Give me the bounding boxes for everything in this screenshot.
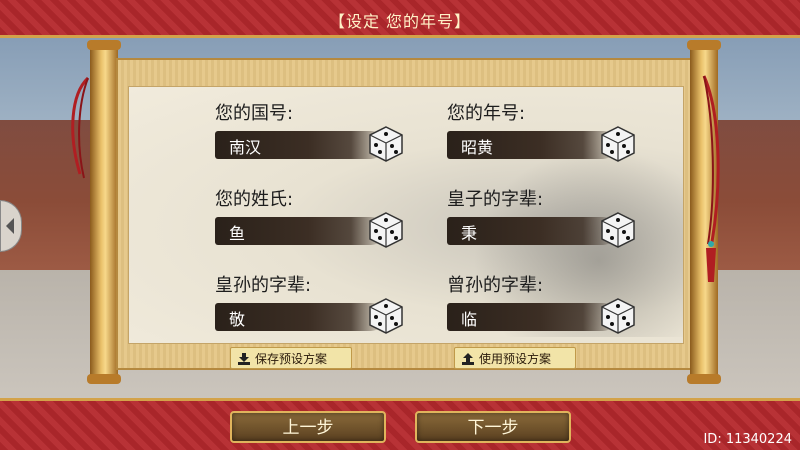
value-box[interactable]: 昭黄 bbox=[447, 126, 635, 162]
field-label: 皇子的字辈: bbox=[447, 189, 544, 210]
field-value: 鱼 bbox=[229, 224, 246, 243]
tassel-right-decoration bbox=[702, 75, 720, 282]
field-value: 南汉 bbox=[229, 138, 262, 157]
dice-icon[interactable] bbox=[367, 211, 405, 249]
field-label: 曾孙的字辈: bbox=[447, 275, 544, 296]
dice-icon[interactable] bbox=[367, 125, 405, 163]
field-grandson-generation: 皇孙的字辈: 敬 bbox=[215, 273, 415, 334]
field-prince-generation: 皇子的字辈: 秉 bbox=[447, 187, 647, 248]
dice-icon[interactable] bbox=[599, 211, 637, 249]
download-icon bbox=[238, 353, 250, 365]
dice-icon[interactable] bbox=[367, 297, 405, 335]
expand-icon bbox=[6, 218, 14, 234]
field-era-name: 您的年号: 昭黄 bbox=[447, 101, 647, 162]
field-label: 您的姓氏: bbox=[215, 189, 294, 210]
save-preset-button[interactable]: 保存预设方案 bbox=[230, 347, 352, 369]
use-preset-label: 使用预设方案 bbox=[479, 352, 552, 366]
scroll-rod-left bbox=[87, 40, 121, 384]
dice-icon[interactable] bbox=[599, 297, 637, 335]
field-label: 皇孙的字辈: bbox=[215, 275, 312, 296]
use-preset-button[interactable]: 使用预设方案 bbox=[454, 347, 576, 369]
value-box[interactable]: 秉 bbox=[447, 212, 635, 248]
value-box[interactable]: 敬 bbox=[215, 298, 403, 334]
dice-icon[interactable] bbox=[599, 125, 637, 163]
next-step-button[interactable]: 下一步 bbox=[415, 411, 571, 443]
page-title: 【设定 您的年号】 bbox=[328, 12, 472, 31]
value-box[interactable]: 鱼 bbox=[215, 212, 403, 248]
upload-icon bbox=[462, 353, 474, 365]
scroll-paper: 您的国号: 南汉 您的年号: 昭黄 您的姓氏: 鱼 皇子的字辈: 秉 皇孙的字辈… bbox=[116, 58, 694, 370]
settings-panel: 您的国号: 南汉 您的年号: 昭黄 您的姓氏: 鱼 皇子的字辈: 秉 皇孙的字辈… bbox=[128, 86, 684, 344]
save-preset-label: 保存预设方案 bbox=[255, 352, 328, 366]
field-value: 临 bbox=[461, 310, 478, 329]
field-value: 秉 bbox=[461, 224, 478, 243]
field-label: 您的年号: bbox=[447, 103, 526, 124]
previous-step-button[interactable]: 上一步 bbox=[230, 411, 386, 443]
value-box[interactable]: 临 bbox=[447, 298, 635, 334]
navigation-bar: 上一步 下一步 ID: 11340224 bbox=[0, 398, 800, 450]
field-surname: 您的姓氏: 鱼 bbox=[215, 187, 415, 248]
field-great-grandson-generation: 曾孙的字辈: 临 bbox=[447, 273, 647, 334]
field-value: 敬 bbox=[229, 310, 246, 329]
player-id: ID: 11340224 bbox=[703, 432, 792, 447]
field-value: 昭黄 bbox=[461, 138, 494, 157]
title-bar: 【设定 您的年号】 bbox=[0, 0, 800, 38]
value-box[interactable]: 南汉 bbox=[215, 126, 403, 162]
field-country-name: 您的国号: 南汉 bbox=[215, 101, 415, 162]
field-label: 您的国号: bbox=[215, 103, 294, 124]
